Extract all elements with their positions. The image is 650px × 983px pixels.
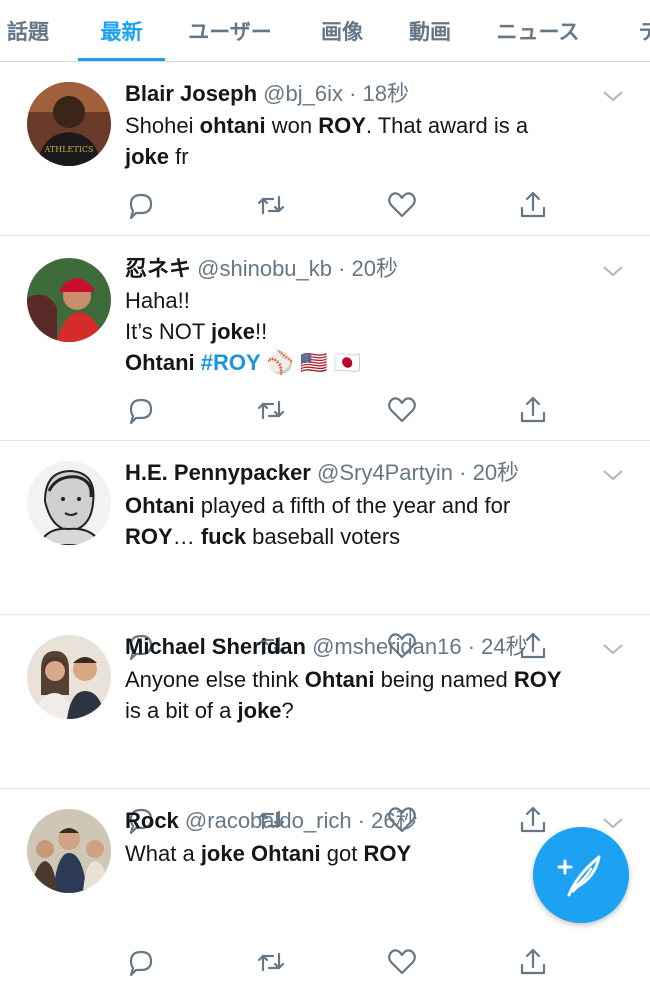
chevron-down-icon[interactable] bbox=[602, 642, 624, 656]
highlighted-term: fuck bbox=[200, 524, 247, 549]
tweet-actions bbox=[125, 189, 555, 221]
hashtag-link[interactable]: #ROY bbox=[201, 350, 261, 375]
chevron-down-icon[interactable] bbox=[602, 89, 624, 103]
tweet-text-line: Ohtani #ROY ⚾ 🇺🇸 🇯🇵 bbox=[125, 347, 630, 378]
heart-icon[interactable] bbox=[386, 394, 418, 426]
share-icon[interactable] bbox=[517, 394, 549, 426]
tweet-text: Anyone else think Ohtani being named ROY… bbox=[125, 664, 630, 726]
svg-text:ATHLETICS: ATHLETICS bbox=[44, 145, 94, 154]
reply-icon[interactable] bbox=[125, 189, 157, 221]
retweet-icon[interactable] bbox=[255, 946, 287, 978]
highlighted-term: ROY bbox=[513, 667, 562, 692]
tweet-text-line: Ohtani played a fifth of the year and fo… bbox=[125, 490, 630, 521]
compose-tweet-button[interactable] bbox=[533, 827, 629, 923]
highlighted-term: Ohtani bbox=[125, 493, 195, 518]
highlighted-term: ROY bbox=[318, 113, 366, 138]
tweet-text-segment: fr bbox=[169, 144, 189, 169]
tweet-text: Ohtani played a fifth of the year and fo… bbox=[125, 490, 630, 552]
highlighted-term: Ohtani bbox=[304, 667, 375, 692]
avatar[interactable] bbox=[27, 809, 111, 893]
share-icon[interactable] bbox=[517, 189, 549, 221]
author-name[interactable]: Michael Sheridan bbox=[125, 634, 306, 659]
tweet[interactable]: H.E. Pennypacker @Sry4Partyin · 20秒 Ohta… bbox=[0, 441, 650, 661]
author-handle-time[interactable]: @bj_6ix · 18秒 bbox=[263, 81, 409, 106]
tweet-text-segment: Haha!! bbox=[125, 288, 190, 313]
highlighted-term: joke bbox=[237, 698, 282, 723]
tweet-actions bbox=[125, 394, 555, 426]
tab-news[interactable]: ニュース bbox=[490, 0, 586, 61]
author-name[interactable]: 忍ネキ bbox=[125, 256, 191, 281]
tweet-text-segment: ⚾ 🇺🇸 🇯🇵 bbox=[260, 350, 362, 375]
chevron-down-icon[interactable] bbox=[602, 816, 624, 830]
reply-icon[interactable] bbox=[125, 946, 157, 978]
tweet-text-line: It’s NOT joke!! bbox=[125, 316, 630, 347]
tab-more[interactable]: テ bbox=[634, 0, 650, 61]
author-name[interactable]: Blair Joseph bbox=[125, 81, 257, 106]
compose-tweet-icon bbox=[557, 855, 601, 897]
author-name[interactable]: H.E. Pennypacker bbox=[125, 460, 311, 485]
tweet-text-segment: ? bbox=[281, 698, 294, 723]
tweet-text-line: Haha!! bbox=[125, 285, 630, 316]
tweet-text-segment: won bbox=[265, 113, 319, 138]
chevron-down-icon[interactable] bbox=[602, 468, 624, 482]
tweet-text-segment: Shohei bbox=[125, 113, 200, 138]
avatar[interactable] bbox=[27, 635, 111, 719]
author-handle-time[interactable]: @racobaldo_rich · 26秒 bbox=[185, 808, 418, 833]
avatar[interactable] bbox=[27, 461, 111, 545]
avatar[interactable]: ATHLETICS bbox=[27, 82, 111, 166]
tweet-text: Shohei ohtani won ROY. That award is a jo… bbox=[125, 110, 630, 172]
avatar[interactable] bbox=[27, 258, 111, 342]
tab-latest[interactable]: 最新 bbox=[78, 0, 165, 61]
share-icon[interactable] bbox=[517, 946, 549, 978]
tab-images[interactable]: 画像 bbox=[312, 0, 372, 61]
tweet-text-line: ROY… fuck baseball voters bbox=[125, 521, 630, 552]
tweet[interactable]: ATHLETICS Blair Joseph @bj_6ix · 18秒 Sho… bbox=[0, 62, 650, 236]
tweet-text-segment: being named bbox=[374, 667, 514, 692]
tweet-text-line: is a bit of a joke? bbox=[125, 695, 630, 726]
tweet-text-segment: … bbox=[172, 524, 201, 549]
search-tabs: 話題 最新 ユーザー 画像 動画 ニュース テ bbox=[0, 0, 650, 62]
highlighted-term: joke bbox=[210, 319, 256, 344]
tweet-text-segment: What a bbox=[125, 841, 201, 866]
tweet[interactable]: Michael Sheridan @msheridan16 · 24秒 Anyo… bbox=[0, 615, 650, 835]
highlighted-term: joke bbox=[125, 144, 170, 169]
reply-icon[interactable] bbox=[125, 394, 157, 426]
tweet-text-segment: Anyone else think bbox=[125, 667, 305, 692]
highlighted-term: ROY bbox=[363, 841, 412, 866]
author-name[interactable]: Rock bbox=[125, 808, 179, 833]
author-handle-time[interactable]: @msheridan16 · 24秒 bbox=[312, 634, 528, 659]
tab-videos[interactable]: 動画 bbox=[400, 0, 460, 61]
tweet[interactable]: 忍ネキ @shinobu_kb · 20秒 Haha!! It’s NOT jok… bbox=[0, 236, 650, 441]
highlighted-term: ohtani bbox=[199, 113, 266, 138]
tweet-text-segment: !! bbox=[255, 319, 268, 344]
tweet-text-line: joke fr bbox=[125, 141, 630, 172]
author-handle-time[interactable]: @Sry4Partyin · 20秒 bbox=[317, 460, 519, 485]
highlighted-term: ROY bbox=[125, 524, 173, 549]
tab-top[interactable]: 話題 bbox=[0, 0, 56, 61]
tweet-text-segment: baseball voters bbox=[246, 524, 401, 549]
highlighted-term: Ohtani bbox=[125, 350, 195, 375]
highlighted-term: Ohtani bbox=[250, 841, 321, 866]
heart-icon[interactable] bbox=[386, 946, 418, 978]
tweet-text-segment: got bbox=[320, 841, 364, 866]
tweet-text-line: Shohei ohtani won ROY. That award is a bbox=[125, 110, 630, 141]
chevron-down-icon[interactable] bbox=[602, 264, 624, 278]
author-handle-time[interactable]: @shinobu_kb · 20秒 bbox=[197, 256, 398, 281]
tweet-text-line: Anyone else think Ohtani being named ROY bbox=[125, 664, 630, 695]
tab-users[interactable]: ユーザー bbox=[182, 0, 278, 61]
tweet-text-segment: . That award is a bbox=[365, 113, 529, 138]
tweet-text: Haha!! It’s NOT joke!! Ohtani #ROY ⚾ 🇺🇸 🇯🇵 bbox=[125, 285, 630, 378]
tweet-text-segment: It’s NOT bbox=[125, 319, 211, 344]
tweet-actions bbox=[125, 946, 555, 978]
retweet-icon[interactable] bbox=[255, 394, 287, 426]
tweet-text-segment: is a bit of a bbox=[125, 698, 238, 723]
tweet-text-segment: played a fifth of the year and for bbox=[194, 493, 511, 518]
heart-icon[interactable] bbox=[386, 189, 418, 221]
retweet-icon[interactable] bbox=[255, 189, 287, 221]
highlighted-term: joke bbox=[200, 841, 245, 866]
